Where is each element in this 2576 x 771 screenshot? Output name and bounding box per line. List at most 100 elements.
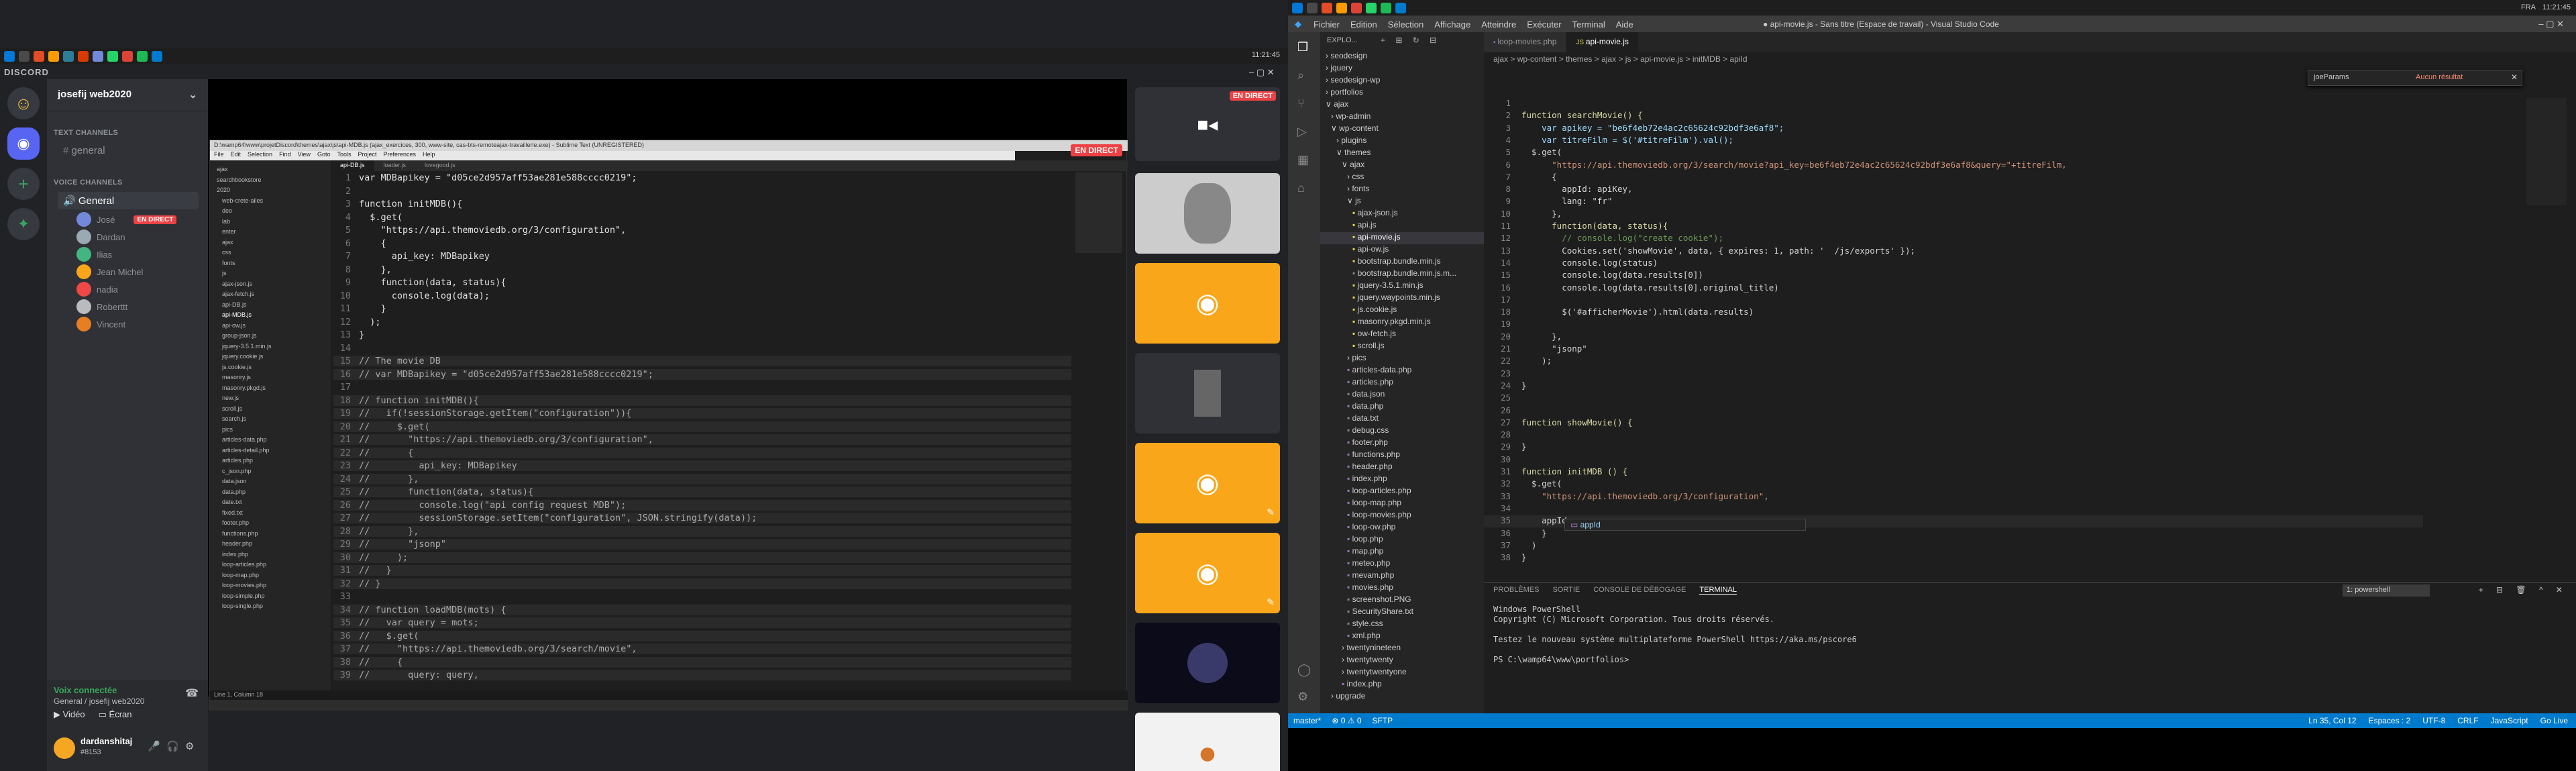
tree-folder[interactable]: ∨ ajax <box>1320 99 1484 111</box>
tree-folder[interactable]: › css <box>1320 172 1484 184</box>
tree-file[interactable]: ▪ articles.php <box>1320 377 1484 389</box>
tree-file[interactable]: ▪ loop-movies.php <box>1320 510 1484 522</box>
sublime-tree-item[interactable]: masonry.js <box>222 374 251 380</box>
status-item[interactable]: Espaces : 2 <box>2369 716 2411 725</box>
find-input[interactable]: joeParams <box>2314 73 2349 81</box>
tree-folder[interactable]: › fonts <box>1320 184 1484 196</box>
autocomplete-suggestion[interactable]: ▭ appId <box>1564 519 1806 531</box>
menu-item[interactable]: Affichage <box>1429 19 1476 30</box>
app-icon[interactable] <box>1322 2 1332 13</box>
menu-item[interactable]: Terminal <box>1567 19 1611 30</box>
sublime-tree-item[interactable]: searchbookstore <box>217 176 262 183</box>
participant-tile[interactable]: ◉ ✎ <box>1135 533 1280 613</box>
tree-folder[interactable]: › wp-admin <box>1320 111 1484 123</box>
sublime-tree-item[interactable]: ajax-json.js <box>222 280 252 287</box>
mute-icon[interactable]: 🎤 <box>148 740 160 752</box>
app-icon[interactable] <box>34 51 44 62</box>
whatsapp-icon[interactable] <box>1366 2 1377 13</box>
tree-file[interactable]: ▪ masonry.pkgd.min.js <box>1320 317 1484 329</box>
tree-file[interactable]: ▪ screenshot.PNG <box>1320 595 1484 607</box>
status-item[interactable]: UTF-8 <box>2422 716 2445 725</box>
sublime-tree-item[interactable]: js.cookie.js <box>222 364 252 370</box>
tree-file[interactable]: ▪ index.php <box>1320 474 1484 486</box>
tree-file[interactable]: ▪ mevam.php <box>1320 570 1484 582</box>
tree-file[interactable]: ▪ index.php <box>1320 679 1484 691</box>
tree-file[interactable]: ▪ header.php <box>1320 462 1484 474</box>
source-control-icon[interactable]: ⑂ <box>1297 97 1305 111</box>
tree-folder[interactable]: ∨ themes <box>1320 148 1484 160</box>
voice-channel-general[interactable]: 🔊 General <box>58 192 199 209</box>
participant-tile[interactable] <box>1135 173 1280 254</box>
participant-tile[interactable]: ◉ ✎ <box>1135 443 1280 523</box>
tree-file[interactable]: ▪ jquery-3.5.1.min.js <box>1320 280 1484 293</box>
account-icon[interactable]: ◯ <box>1297 663 1311 677</box>
sublime-tree-item[interactable]: loop-simple.php <box>222 593 265 599</box>
tree-file[interactable]: ▪ loop-articles.php <box>1320 486 1484 498</box>
panel-tab[interactable]: PROBLÈMES <box>1493 586 1539 595</box>
spotify-icon[interactable] <box>1381 2 1391 13</box>
sublime-tree-item[interactable]: loop-articles.php <box>222 561 266 568</box>
sublime-tree-item[interactable]: fixed.txt <box>222 509 243 516</box>
sublime-menu-item[interactable]: Project <box>358 151 376 160</box>
sublime-tree-item[interactable]: search.js <box>222 415 246 422</box>
sublime-tree-item[interactable]: api-DB.js <box>222 301 247 308</box>
voice-user[interactable]: Roberttt <box>76 299 127 314</box>
settings-gear-icon[interactable]: ⚙ <box>1297 690 1308 704</box>
tree-folder[interactable]: › twentytwenty <box>1320 655 1484 667</box>
tree-file[interactable]: ▪ ajax-json.js <box>1320 208 1484 220</box>
participant-tile[interactable]: ● <box>1135 713 1280 771</box>
tree-folder[interactable]: › pics <box>1320 353 1484 365</box>
sublime-tree-item[interactable]: css <box>222 249 231 256</box>
tree-folder[interactable]: › seodesign-wp <box>1320 75 1484 87</box>
menu-item[interactable]: Fichier <box>1308 19 1345 30</box>
terminal-selector[interactable]: 1: powershell <box>2343 584 2430 597</box>
sublime-tree-item[interactable]: articles-detail.php <box>222 447 270 454</box>
sublime-tree-item[interactable]: scroll.js <box>222 405 242 412</box>
sublime-menu-item[interactable]: Tools <box>337 151 351 160</box>
editor-tab[interactable]: ▪ loop-movies.php <box>1484 32 1567 52</box>
windows-start-icon[interactable] <box>4 51 15 62</box>
sublime-tree-item[interactable]: footer.php <box>222 519 249 526</box>
settings-gear-icon[interactable]: ⚙ <box>185 740 194 752</box>
sublime-menu-item[interactable]: Preferences <box>383 151 416 160</box>
status-item[interactable]: Ln 35, Col 12 <box>2308 716 2356 725</box>
tree-file[interactable]: ▪ SecurityShare.txt <box>1320 607 1484 619</box>
sublime-tree-item[interactable]: api-ow.js <box>222 322 246 329</box>
tree-file[interactable]: ▪ style.css <box>1320 619 1484 631</box>
sublime-tree-item[interactable]: ajax-fetch.js <box>222 291 254 297</box>
tree-folder[interactable]: › plugins <box>1320 136 1484 148</box>
sublime-tree-item[interactable]: new.js <box>222 395 239 401</box>
sublime-tree-item[interactable]: date.txt <box>222 499 242 505</box>
tree-file[interactable]: ▪ movies.php <box>1320 582 1484 595</box>
status-item[interactable]: SFTP <box>1373 716 1393 725</box>
voice-user[interactable]: Vincent <box>76 317 125 331</box>
channel-general-text[interactable]: # general <box>58 142 199 160</box>
sublime-code-area[interactable]: 1 var MDBapikey = "d05ce2d957aff53ae281e5… <box>333 172 1071 689</box>
sublime-menu-item[interactable]: File <box>214 151 224 160</box>
video-button[interactable]: ▶ Vidéo <box>54 709 85 720</box>
deafen-icon[interactable]: 🎧 <box>166 740 179 752</box>
tree-folder[interactable]: ∨ ajax <box>1320 160 1484 172</box>
tree-file[interactable]: ▪ loop.php <box>1320 534 1484 546</box>
sublime-tree-item[interactable]: functions.php <box>222 530 258 537</box>
sublime-tab[interactable]: lovegood.js <box>415 160 465 171</box>
tree-file[interactable]: ▪ bootstrap.bundle.min.js.m... <box>1320 268 1484 280</box>
tree-file[interactable]: ▪ footer.php <box>1320 438 1484 450</box>
panel-tab[interactable]: TERMINAL <box>1699 586 1737 595</box>
sublime-menu-item[interactable]: Edit <box>231 151 241 160</box>
sublime-tree-item[interactable]: group-json.js <box>222 332 257 339</box>
explorer-actions[interactable]: + ⊞ ↻ ⊟ <box>1381 36 1440 45</box>
menu-item[interactable]: Edition <box>1345 19 1383 30</box>
sublime-tree-item[interactable]: loop-single.php <box>222 603 263 609</box>
run-debug-icon[interactable]: ▷ <box>1297 125 1307 139</box>
whatsapp-icon[interactable] <box>107 51 118 62</box>
tree-file[interactable]: ▪ meteo.php <box>1320 558 1484 570</box>
spotify-icon[interactable] <box>137 51 148 62</box>
tree-file[interactable]: ▪ articles-data.php <box>1320 365 1484 377</box>
breadcrumb[interactable]: ajax > wp-content > themes > ajax > js >… <box>1484 52 2576 66</box>
window-controls[interactable]: – ▢ ✕ <box>2533 19 2569 30</box>
voice-user[interactable]: Ilias <box>76 247 112 262</box>
sublime-tree-item[interactable]: jquery-3.5.1.min.js <box>222 343 272 350</box>
discord-taskbar-icon[interactable] <box>93 51 103 62</box>
sublime-tree-item[interactable]: lab <box>222 218 230 225</box>
